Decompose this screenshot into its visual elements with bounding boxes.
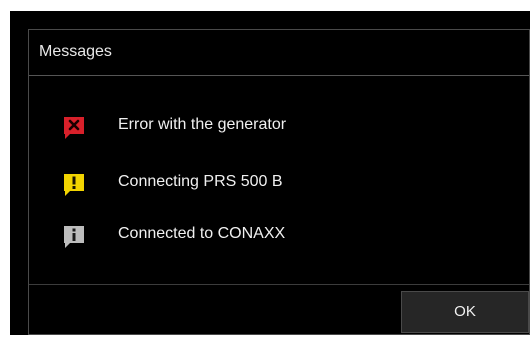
message-text: Connected to CONAXX [118, 225, 286, 242]
info-icon [63, 225, 85, 249]
message-row-warning: Connecting PRS 500 B [63, 171, 483, 197]
dialog-footer: OK [29, 284, 529, 336]
error-icon [63, 116, 85, 140]
ok-button[interactable]: OK [401, 291, 529, 333]
message-text: Connecting PRS 500 B [118, 173, 283, 190]
message-row-error: Error with the generator [63, 114, 483, 140]
dialog-title: Messages [39, 43, 112, 60]
app-screen: Messages Error with the generator Connec… [10, 11, 530, 335]
dialog-title-bar: Messages [29, 30, 529, 76]
warning-icon [63, 173, 85, 197]
messages-dialog: Messages Error with the generator Connec… [28, 29, 530, 335]
message-row-info: Connected to CONAXX [63, 223, 483, 249]
message-text: Error with the generator [118, 116, 287, 133]
